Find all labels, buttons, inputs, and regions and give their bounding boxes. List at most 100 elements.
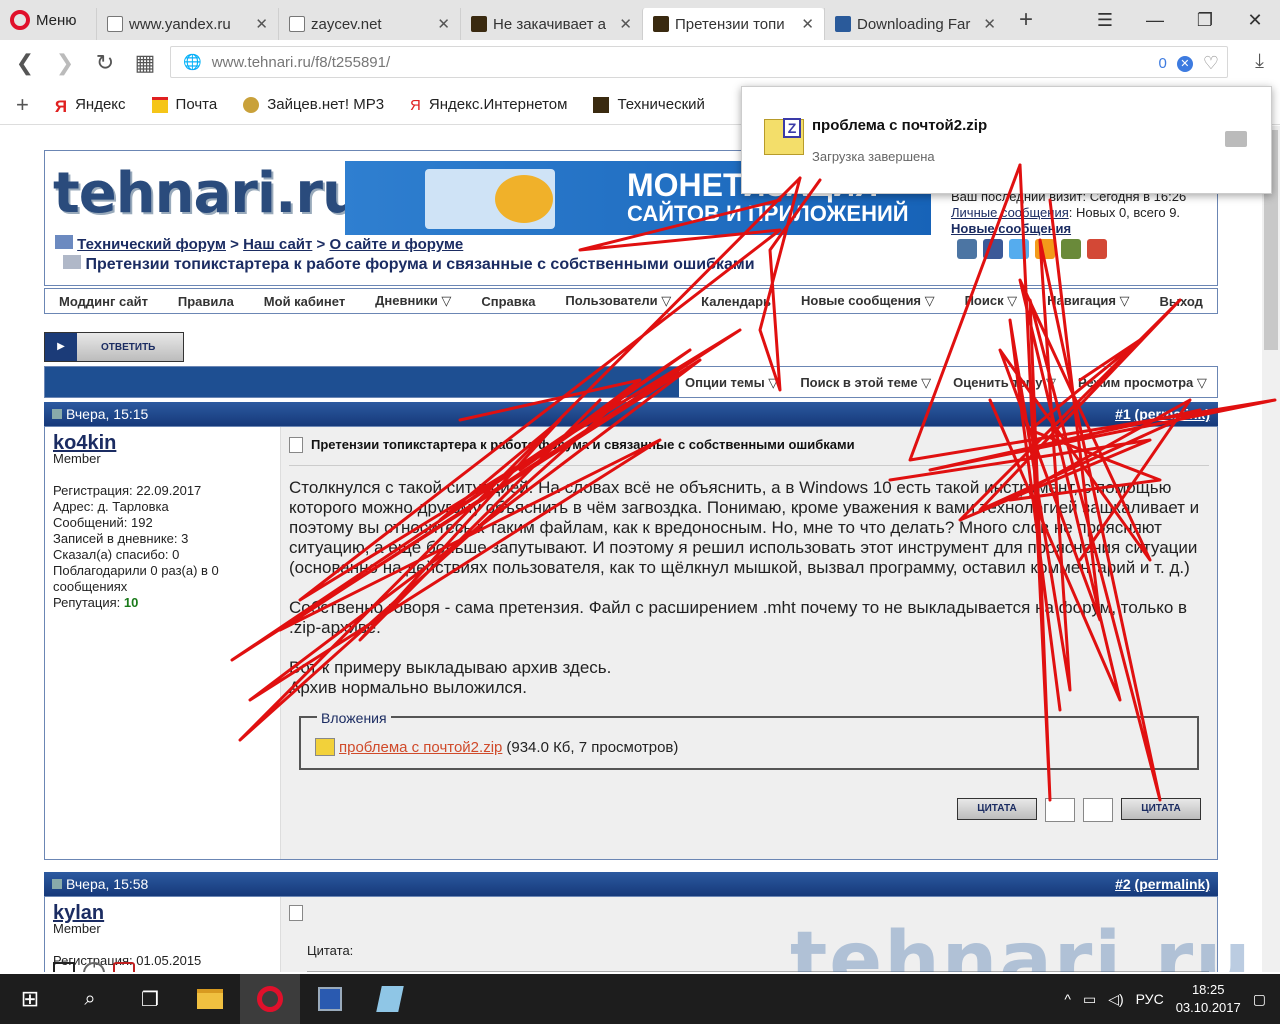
vk-icon[interactable] (957, 239, 977, 259)
network-icon[interactable]: ▭ (1083, 991, 1096, 1008)
private-messages-link[interactable]: Личные сообщения (951, 205, 1069, 220)
edit-note-icon[interactable] (1083, 798, 1113, 822)
post-number[interactable]: #1 (1115, 406, 1131, 422)
attachment-link[interactable]: проблема с почтой2.zip (339, 738, 502, 758)
heart-icon[interactable]: ♡ (1203, 53, 1219, 74)
brain-icon[interactable] (83, 962, 105, 972)
username[interactable]: kylan (53, 903, 272, 923)
close-tab-icon[interactable]: ✕ (437, 15, 450, 33)
post-number[interactable]: #2 (1115, 876, 1131, 892)
nav-diaries[interactable]: Дневники ▽ (375, 293, 451, 309)
rate-thread-menu[interactable]: Оценить тему ▽ (953, 375, 1056, 391)
vcard-icon[interactable] (53, 962, 75, 972)
bookmark-zaycev[interactable]: Зайцев.нет! MP3 (243, 96, 384, 113)
far-icon (835, 16, 851, 32)
document-icon (107, 16, 123, 32)
document-icon (289, 16, 305, 32)
windows-taskbar: ⊞ ⌕ ❐ ^ ▭ ◁) РУС 18:25 03.10.2017 ▢ (0, 974, 1280, 1024)
nav-my-cabinet[interactable]: Мой кабинет (264, 294, 345, 309)
task-view-icon[interactable]: ❐ (120, 974, 180, 1024)
add-bookmark-icon[interactable]: + (16, 92, 29, 118)
tab-pretenzii[interactable]: Претензии топи ✕ (642, 8, 824, 40)
nav-help[interactable]: Справка (481, 294, 535, 309)
close-tab-icon[interactable]: ✕ (801, 15, 814, 33)
url-field[interactable]: 🌐 www.tehnari.ru/f8/t255891/ 0 ✕ ♡ (170, 46, 1228, 78)
minimize-icon[interactable]: — (1130, 10, 1180, 31)
quote-button[interactable]: ЦИТАТА (957, 798, 1037, 820)
breadcrumb-link[interactable]: Наш сайт (243, 236, 312, 253)
clock[interactable]: 18:25 03.10.2017 (1176, 981, 1241, 1017)
multiquote-icon[interactable] (1045, 798, 1075, 822)
file-explorer-icon[interactable] (180, 974, 240, 1024)
opera-menu-button[interactable]: Меню (0, 0, 96, 40)
breadcrumb-link[interactable]: Технический форум (77, 236, 226, 253)
tab-zaycev[interactable]: zaycev.net ✕ (278, 8, 460, 40)
nav-search[interactable]: Поиск ▽ (965, 293, 1018, 309)
save-disk-icon[interactable] (300, 974, 360, 1024)
close-tab-icon[interactable]: ✕ (983, 15, 996, 33)
attachments-legend: Вложения (317, 708, 391, 728)
show-hidden-icons-icon[interactable]: ^ (1064, 991, 1071, 1007)
download-icon[interactable]: ⤓ (1255, 50, 1264, 73)
permalink[interactable]: (permalink) (1135, 876, 1210, 892)
close-tab-icon[interactable]: ✕ (255, 15, 268, 33)
nav-logout[interactable]: Выход (1159, 294, 1202, 309)
bookmark-yandex-internetometr[interactable]: Я Яндекс.Интернетом (410, 96, 567, 114)
nav-navigation[interactable]: Навигация ▽ (1047, 293, 1129, 309)
close-window-icon[interactable]: ✕ (1230, 10, 1280, 31)
nav-modding[interactable]: Моддинг сайт (59, 294, 148, 309)
download-file-name[interactable]: проблема с почтой2.zip (812, 117, 987, 134)
report-warning-icon[interactable] (113, 962, 135, 972)
bookmark-pochta[interactable]: Почта (151, 96, 217, 113)
post-date: Вчера, 15:15 (66, 406, 149, 422)
bookmark-label: Яндекс (75, 96, 126, 113)
back-icon[interactable]: ❮ (12, 50, 38, 76)
twitter-icon[interactable] (1009, 239, 1029, 259)
language-indicator[interactable]: РУС (1136, 991, 1164, 1007)
facebook-icon[interactable] (983, 239, 1003, 259)
new-posts-link[interactable]: Новые сообщения (951, 221, 1071, 236)
site-logo[interactable]: tehnari.ru (53, 161, 362, 226)
permalink[interactable]: (permalink) (1135, 406, 1210, 422)
restore-icon[interactable]: ❐ (1180, 10, 1230, 31)
tab-ne-zakachivaet[interactable]: Не закачивает а ✕ (460, 8, 642, 40)
google-plus-icon[interactable] (1087, 239, 1107, 259)
attachments-box: Вложения проблема с почтой2.zip (934.0 К… (299, 708, 1199, 770)
notepad-app-icon[interactable] (360, 974, 420, 1024)
nav-new-posts[interactable]: Новые сообщения ▽ (801, 293, 935, 309)
thread-title: Претензии топикстартера к работе форума … (63, 255, 755, 274)
close-tab-icon[interactable]: ✕ (619, 15, 632, 33)
speed-dial-icon[interactable]: ▦ (132, 50, 158, 76)
forward-icon[interactable]: ❯ (52, 50, 78, 76)
adblock-shield-icon[interactable]: ✕ (1176, 55, 1193, 72)
breadcrumb-link[interactable]: О сайте и форуме (329, 236, 463, 253)
notifications-icon[interactable]: ▢ (1253, 991, 1266, 1008)
search-icon[interactable]: ⌕ (60, 974, 120, 1024)
rss-icon[interactable] (1035, 239, 1055, 259)
username[interactable]: ko4kin (53, 433, 272, 453)
opera-taskbar-icon[interactable] (240, 974, 300, 1024)
open-folder-icon[interactable] (1225, 131, 1247, 147)
tab-menu-icon[interactable]: ☰ (1080, 10, 1130, 31)
nav-users[interactable]: Пользователи ▽ (565, 293, 671, 309)
volume-icon[interactable]: ◁) (1108, 991, 1123, 1008)
nav-rules[interactable]: Правила (178, 294, 234, 309)
windows-start-icon[interactable]: ⊞ (0, 974, 60, 1024)
yandex-icon: Я (54, 96, 68, 116)
display-mode-menu[interactable]: Режим просмотра ▽ (1078, 375, 1207, 391)
new-tab-button[interactable]: + (1006, 6, 1046, 34)
zip-archive-icon: Z (764, 118, 804, 155)
reload-icon[interactable]: ↻ (92, 50, 118, 76)
odnoklassniki-icon[interactable] (1061, 239, 1081, 259)
reply-button[interactable]: ▶ ОТВЕТИТЬ (44, 332, 184, 362)
thread-options-menu[interactable]: Опции темы ▽ (685, 375, 778, 391)
thread-title-text: Претензии топикстартера к работе форума … (85, 256, 755, 273)
tab-downloading-far[interactable]: Downloading Far ✕ (824, 8, 1006, 40)
quick-quote-button[interactable]: ЦИТАТА (1121, 798, 1201, 820)
search-thread-menu[interactable]: Поиск в этой теме ▽ (800, 375, 931, 391)
bookmark-tehnari[interactable]: Технический (593, 96, 705, 113)
tab-yandex[interactable]: www.yandex.ru ✕ (96, 8, 278, 40)
post-icon (289, 437, 303, 453)
nav-calendar[interactable]: Календарь (701, 294, 771, 309)
bookmark-yandex[interactable]: Я Яндекс (54, 96, 126, 116)
